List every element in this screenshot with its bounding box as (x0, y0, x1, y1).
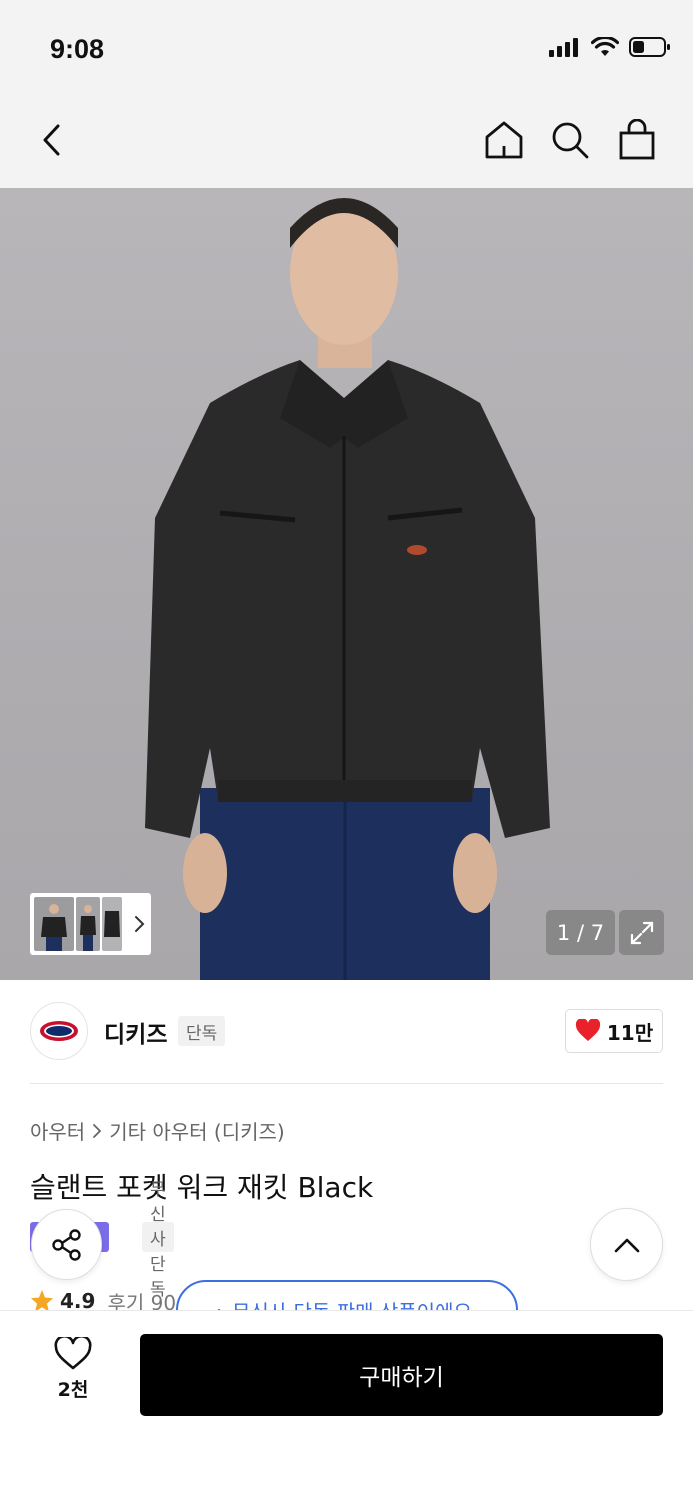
chevron-right-icon (93, 1123, 102, 1138)
breadcrumb-subcategory[interactable]: 기타 아우터 (디키즈) (109, 1116, 285, 1145)
shopping-bag-icon (619, 119, 655, 160)
status-icons (549, 36, 671, 58)
chevron-up-icon (614, 1238, 639, 1252)
heart-filled-icon (575, 1019, 600, 1041)
brand-name[interactable]: 디키즈 (104, 1015, 167, 1049)
breadcrumb-category[interactable]: 아우터 (30, 1116, 85, 1145)
search-icon (552, 122, 589, 159)
chevron-right-icon[interactable] (132, 914, 146, 934)
thumbnail-strip[interactable] (30, 893, 151, 955)
wifi-icon (591, 37, 619, 56)
dickies-logo-icon (40, 1021, 78, 1041)
image-counter: 1 / 7 (546, 910, 615, 955)
brand-exclusive-tag: 단독 (178, 1016, 226, 1046)
scroll-to-top-button[interactable] (590, 1208, 663, 1281)
product-title: 슬랜트 포켓 워크 재킷 Black (30, 1171, 374, 1204)
brand-row[interactable]: 디키즈 단독 11만 (30, 1002, 663, 1062)
model-jacket-photo (145, 198, 550, 980)
wishlist-button[interactable]: 2천 (40, 1337, 106, 1407)
share-icon (51, 1228, 81, 1261)
back-icon (43, 124, 60, 156)
status-bar: 9:08 (0, 0, 693, 95)
thumbnail-2[interactable] (76, 897, 100, 951)
brand-like-count: 11만 (606, 1020, 654, 1045)
share-button[interactable] (31, 1209, 102, 1280)
cart-button[interactable] (612, 115, 662, 165)
brand-like-button[interactable]: 11만 (565, 1009, 663, 1053)
back-button[interactable] (27, 115, 77, 165)
musinsa-exclusive-badge: 무신사단독 (142, 1180, 174, 1300)
signal-icon (549, 38, 578, 57)
product-image[interactable]: 1 / 7 (0, 188, 693, 980)
bottom-action-bar: 2천 구매하기 (0, 1310, 693, 1500)
expand-icon (630, 921, 653, 944)
battery-icon (629, 37, 670, 57)
home-button[interactable] (479, 115, 529, 165)
expand-button[interactable] (619, 910, 664, 955)
wishlist-count: 2천 (57, 1379, 89, 1401)
status-time: 9:08 (50, 34, 105, 64)
search-button[interactable] (545, 115, 595, 165)
brand-logo[interactable] (30, 1002, 88, 1060)
thumbnail-1[interactable] (34, 897, 74, 951)
divider (30, 1083, 663, 1084)
home-icon (485, 121, 523, 159)
heart-outline-icon (54, 1337, 92, 1370)
top-navigation (0, 95, 693, 188)
breadcrumb: 아우터 기타 아우터 (디키즈) (30, 1116, 285, 1145)
buy-button[interactable]: 구매하기 (140, 1334, 663, 1416)
thumbnail-3[interactable] (102, 897, 122, 951)
